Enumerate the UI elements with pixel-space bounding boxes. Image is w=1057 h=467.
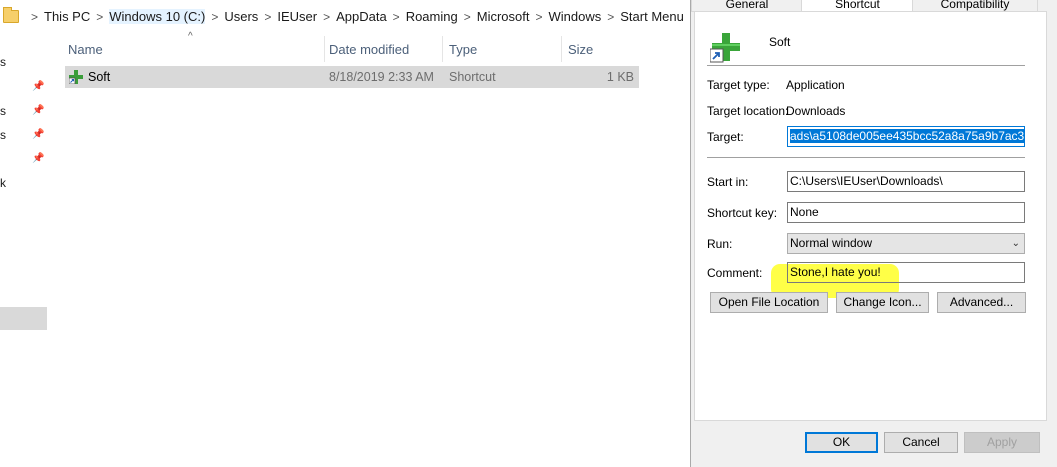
column-header-date-modified[interactable]: Date modified — [329, 39, 409, 61]
sort-ascending-icon: ^ — [188, 31, 193, 42]
file-type: Shortcut — [449, 70, 496, 84]
chevron-down-icon: ⌄ — [1011, 238, 1020, 249]
target-location-label: Target location: — [707, 104, 789, 118]
shortcut-key-field[interactable]: None — [787, 202, 1025, 223]
chevron-right-icon[interactable]: > — [535, 10, 542, 24]
chevron-right-icon[interactable]: > — [393, 10, 400, 24]
divider — [707, 157, 1025, 158]
nav-item-selected[interactable] — [0, 307, 47, 330]
target-field[interactable]: ads\a5108de005ee435bcc52a8a75a9b7ac3.exe — [787, 126, 1025, 147]
pin-icon[interactable]: 📌 — [32, 153, 44, 164]
column-divider[interactable] — [324, 36, 325, 62]
divider — [707, 65, 1025, 66]
nav-item[interactable]: s — [0, 128, 6, 142]
breadcrumb: > This PC > Windows 10 (C:) > Users > IE… — [0, 0, 690, 33]
nav-item[interactable]: s — [0, 55, 6, 69]
change-icon-button[interactable]: Change Icon... — [836, 292, 929, 313]
target-label: Target: — [707, 130, 744, 144]
comment-label: Comment: — [707, 266, 763, 280]
breadcrumb-windows[interactable]: Windows — [548, 9, 601, 24]
chevron-right-icon[interactable]: > — [464, 10, 471, 24]
breadcrumb-microsoft[interactable]: Microsoft — [477, 9, 530, 24]
cancel-button[interactable]: Cancel — [884, 432, 958, 453]
shortcut-icon — [69, 70, 83, 84]
target-type-label: Target type: — [707, 78, 770, 92]
start-in-field[interactable]: C:\Users\IEUser\Downloads\ — [787, 171, 1025, 192]
advanced-button[interactable]: Advanced... — [937, 292, 1026, 313]
breadcrumb-start-menu[interactable]: Start Menu — [620, 9, 684, 24]
target-type-value: Application — [786, 78, 845, 92]
file-name[interactable]: Soft — [88, 66, 110, 88]
breadcrumb-ieuser[interactable]: IEUser — [277, 9, 317, 24]
target-value: ads\a5108de005ee435bcc52a8a75a9b7ac3.exe — [790, 129, 1024, 143]
nav-item[interactable]: s — [0, 104, 6, 118]
file-list: ^ Name Date modified Type Size Soft 8/18… — [48, 31, 690, 467]
folder-icon — [3, 7, 19, 23]
run-label: Run: — [707, 237, 733, 251]
run-select[interactable]: Normal window ⌄ — [787, 233, 1025, 254]
open-file-location-button[interactable]: Open File Location — [710, 292, 828, 313]
column-header-type[interactable]: Type — [449, 39, 477, 61]
pin-icon[interactable]: 📌 — [32, 105, 44, 116]
pin-icon[interactable]: 📌 — [32, 129, 44, 140]
column-divider[interactable] — [442, 36, 443, 62]
file-size: 1 KB — [606, 70, 634, 84]
apply-button[interactable]: Apply — [964, 432, 1040, 453]
target-location-value: Downloads — [786, 104, 846, 118]
nav-item[interactable]: k — [0, 176, 6, 190]
navigation-pane: s s 📌 📌 s 📌 📌 k — [0, 33, 48, 467]
chevron-right-icon[interactable]: > — [31, 10, 38, 24]
ok-button[interactable]: OK — [805, 432, 878, 453]
chevron-right-icon[interactable]: > — [607, 10, 614, 24]
breadcrumb-windows-drive[interactable]: Windows 10 (C:) — [109, 9, 206, 24]
file-date: 8/18/2019 2:33 AM — [329, 70, 434, 84]
column-header-size[interactable]: Size — [568, 39, 593, 61]
shortcut-icon — [710, 33, 740, 63]
table-row[interactable]: Soft 8/18/2019 2:33 AM Shortcut 1 KB — [65, 66, 639, 88]
pin-icon[interactable]: 📌 — [32, 81, 44, 92]
breadcrumb-users[interactable]: Users — [224, 9, 258, 24]
shortcut-key-label: Shortcut key: — [707, 206, 778, 220]
shortcut-name: Soft — [769, 35, 791, 49]
chevron-right-icon[interactable]: > — [264, 10, 271, 24]
column-header-name[interactable]: Name — [68, 39, 103, 61]
breadcrumb-roaming[interactable]: Roaming — [406, 9, 458, 24]
chevron-right-icon[interactable]: > — [96, 10, 103, 24]
breadcrumb-appdata[interactable]: AppData — [336, 9, 387, 24]
comment-field[interactable]: Stone,I hate you! — [787, 262, 1025, 283]
address-bar[interactable]: > This PC > Windows 10 (C:) > Users > IE… — [0, 0, 690, 34]
start-in-label: Start in: — [707, 175, 749, 189]
properties-dialog: General Shortcut Compatibility Soft Targ… — [690, 0, 1057, 467]
chevron-right-icon[interactable]: > — [211, 10, 218, 24]
chevron-right-icon[interactable]: > — [323, 10, 330, 24]
shortcut-tab-panel: Soft Target type: Application Target loc… — [694, 11, 1047, 421]
column-divider[interactable] — [561, 36, 562, 62]
run-value: Normal window — [790, 236, 873, 250]
breadcrumb-this-pc[interactable]: This PC — [44, 9, 90, 24]
